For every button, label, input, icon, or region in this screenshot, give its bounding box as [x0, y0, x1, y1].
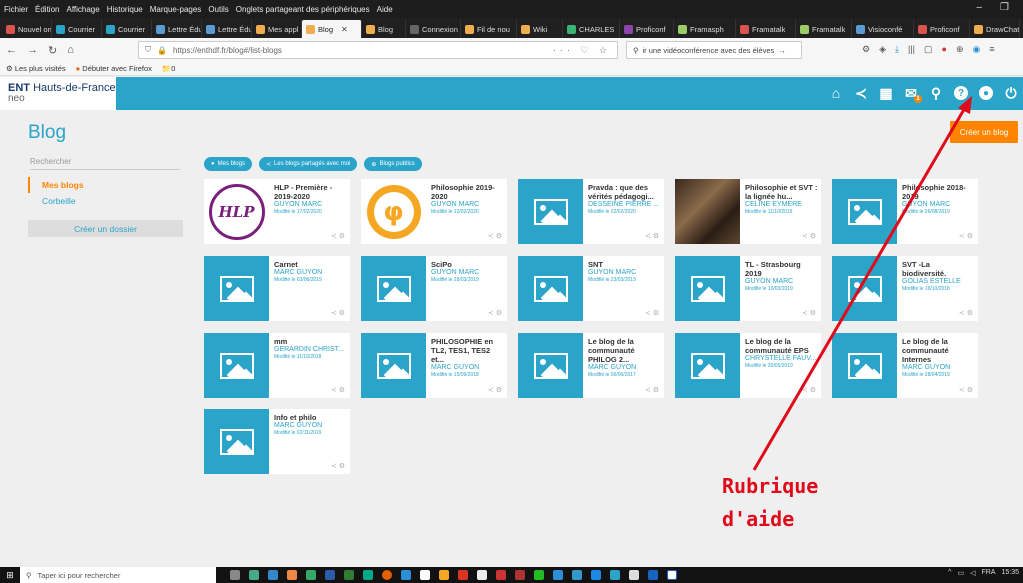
- firefox-icon[interactable]: [382, 570, 392, 580]
- app-icon[interactable]: [591, 570, 601, 580]
- windows-taskbar: ⊞ ⚲ Taper ici pour rechercher ^ ▭ ◁ FRA: [0, 567, 1023, 583]
- annotation-arrow: [752, 96, 972, 471]
- network-icon[interactable]: ▭: [957, 569, 964, 577]
- chevron-up-icon[interactable]: ^: [948, 569, 951, 577]
- app-icon[interactable]: [401, 570, 411, 580]
- app-icon[interactable]: [477, 570, 487, 580]
- annotation-line2: d'aide: [722, 507, 795, 531]
- annotation-line1: Rubrique: [722, 474, 819, 498]
- volume-icon[interactable]: ◁: [970, 569, 975, 577]
- app-icon[interactable]: [439, 570, 449, 580]
- app-icon[interactable]: [667, 570, 677, 580]
- taskbar-apps: [230, 570, 677, 580]
- app-icon[interactable]: [496, 570, 506, 580]
- search-icon: ⚲: [26, 570, 32, 580]
- taskbar-search[interactable]: ⚲ Taper ici pour rechercher: [20, 567, 216, 583]
- app-icon[interactable]: [629, 570, 639, 580]
- app-icon[interactable]: [268, 570, 278, 580]
- annotation-text: Rubrique d'aide: [722, 470, 818, 536]
- taskbar-search-text: Taper ici pour rechercher: [37, 570, 121, 580]
- app-icon[interactable]: [648, 570, 658, 580]
- clock[interactable]: 15:35: [1001, 569, 1019, 577]
- app-icon[interactable]: [458, 570, 468, 580]
- app-icon[interactable]: [249, 570, 259, 580]
- app-icon[interactable]: [306, 570, 316, 580]
- app-icon[interactable]: [572, 570, 582, 580]
- app-icon[interactable]: [610, 570, 620, 580]
- app-icon[interactable]: [515, 570, 525, 580]
- app-icon[interactable]: [287, 570, 297, 580]
- system-tray: ^ ▭ ◁ FRA 15:35: [948, 569, 1019, 577]
- app-icon[interactable]: [363, 570, 373, 580]
- app-icon[interactable]: [325, 570, 335, 580]
- app-icon[interactable]: [344, 570, 354, 580]
- app-icon[interactable]: [553, 570, 563, 580]
- app-icon[interactable]: [420, 570, 430, 580]
- windows-start-icon[interactable]: ⊞: [0, 567, 20, 583]
- app-icon[interactable]: [534, 570, 544, 580]
- lang-indicator[interactable]: FRA: [981, 569, 995, 577]
- task-view-icon[interactable]: [230, 570, 240, 580]
